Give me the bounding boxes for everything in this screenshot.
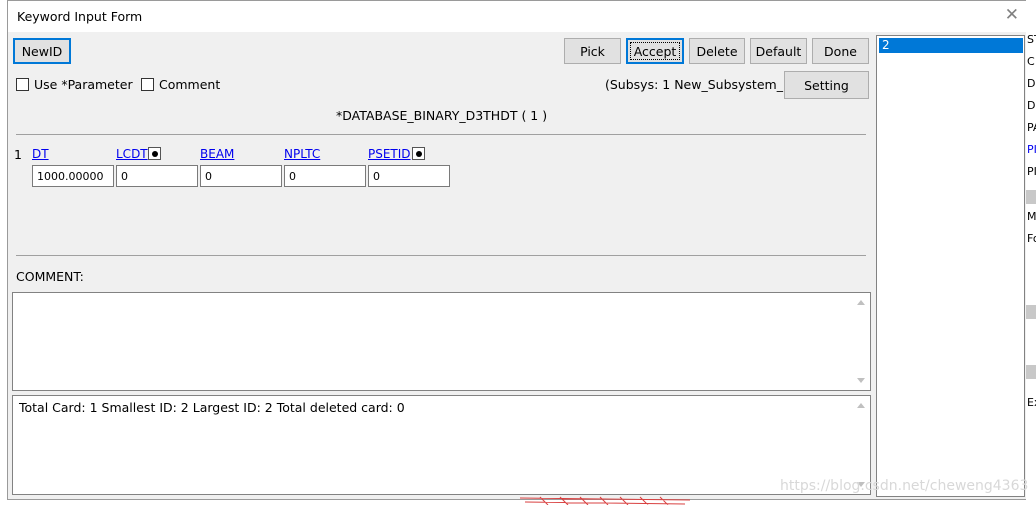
done-button-label: Done: [824, 43, 857, 59]
title-bar: Keyword Input Form ✕: [8, 1, 1031, 32]
comment-label: COMMENT:: [16, 269, 84, 284]
pick-button-label: Pick: [580, 43, 605, 59]
psetid-input[interactable]: 0: [368, 165, 450, 187]
newid-button-label: NewID: [21, 43, 63, 59]
field-label-npltc[interactable]: NPLTC: [284, 147, 320, 161]
edge-bar: [1026, 305, 1036, 319]
default-button-label: Default: [755, 43, 802, 59]
info-text: Total Card: 1 Smallest ID: 2 Largest ID:…: [19, 400, 405, 415]
scroll-down-icon[interactable]: [857, 378, 865, 383]
lcdt-input[interactable]: 0: [116, 165, 198, 187]
done-button[interactable]: Done: [812, 38, 869, 64]
lcdt-pick-icon[interactable]: [148, 147, 161, 160]
comment-checkbox-label: Comment: [159, 77, 221, 92]
edge-text: PA: [1027, 121, 1036, 134]
comment-textarea[interactable]: [12, 292, 871, 391]
use-parameter-checkbox[interactable]: Use *Parameter: [16, 77, 133, 92]
edge-bar: [1026, 190, 1036, 204]
edge-text: D: [1027, 77, 1036, 90]
separator-bottom: [16, 255, 866, 256]
separator-top: [16, 134, 866, 135]
edge-text: M: [1027, 210, 1036, 223]
default-button[interactable]: Default: [750, 38, 807, 64]
psetid-pick-icon[interactable]: [412, 147, 425, 160]
pick-button[interactable]: Pick: [564, 38, 621, 64]
edge-text: D: [1027, 99, 1036, 112]
comment-scrollbar[interactable]: [853, 293, 870, 390]
delete-button[interactable]: Delete: [689, 38, 745, 64]
id-list-item-selected[interactable]: 2: [879, 38, 1023, 53]
npltc-input[interactable]: 0: [284, 165, 366, 187]
use-parameter-checkbox-box[interactable]: [16, 78, 29, 91]
background-app-edge: ST C D D PA PI PI M Fo Ex: [1026, 0, 1036, 505]
card-row-number: 1: [14, 147, 22, 162]
keyword-heading: *DATABASE_BINARY_D3THDT ( 1 ): [336, 108, 548, 123]
edge-text: PI: [1027, 143, 1036, 156]
keyword-input-form-window: Keyword Input Form ✕ NewID Pick Accept D…: [7, 0, 1032, 500]
id-list[interactable]: 2: [876, 35, 1025, 497]
edge-text: ST: [1027, 33, 1036, 46]
dt-input[interactable]: 1000.00000: [32, 165, 114, 187]
scroll-up-icon[interactable]: [857, 403, 865, 408]
comment-checkbox[interactable]: Comment: [141, 77, 220, 92]
field-label-beam[interactable]: BEAM: [200, 147, 234, 161]
setting-button-label: Setting: [804, 77, 849, 93]
delete-button-label: Delete: [696, 43, 738, 59]
setting-button[interactable]: Setting: [784, 71, 869, 99]
scroll-up-icon[interactable]: [857, 300, 865, 305]
watermark-text: https://blog.csdn.net/cheweng4363: [780, 478, 1029, 494]
background-mesh-fragment: [520, 496, 690, 505]
comment-checkbox-box[interactable]: [141, 78, 154, 91]
edge-text: Ex: [1027, 396, 1036, 409]
beam-input[interactable]: 0: [200, 165, 282, 187]
field-label-lcdt[interactable]: LCDT: [116, 147, 148, 161]
accept-button[interactable]: Accept: [626, 38, 684, 64]
newid-button[interactable]: NewID: [13, 38, 71, 64]
window-title: Keyword Input Form: [17, 9, 143, 24]
field-label-psetid[interactable]: PSETID: [368, 147, 411, 161]
subsystem-info: (Subsys: 1 New_Subsystem_1): [605, 77, 796, 92]
info-textarea[interactable]: Total Card: 1 Smallest ID: 2 Largest ID:…: [12, 395, 871, 495]
close-icon[interactable]: ✕: [1005, 5, 1019, 25]
edge-text: PI: [1027, 165, 1036, 178]
field-label-dt[interactable]: DT: [32, 147, 49, 161]
use-parameter-label: Use *Parameter: [34, 77, 133, 92]
edge-bar: [1026, 365, 1036, 379]
edge-text: C: [1027, 55, 1035, 68]
edge-text: Fo: [1027, 232, 1036, 245]
